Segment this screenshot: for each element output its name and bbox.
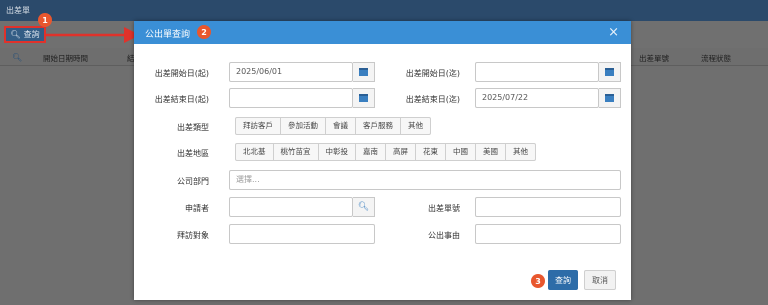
callout-badge-2: 2 <box>197 25 211 39</box>
query-dialog: 公出單查詢 2 × 出差開始日(起) 2025/06/01 出差開始日(迄) 出… <box>134 21 631 300</box>
column-header-start[interactable]: 開始日期時間 <box>43 53 88 64</box>
search-icon: 🔍︎ <box>357 202 370 212</box>
calendar-icon <box>359 68 368 76</box>
end-date-from-input[interactable] <box>229 88 353 108</box>
callout-badge-3: 3 <box>531 274 545 288</box>
cancel-button[interactable]: 取消 <box>584 270 616 290</box>
dialog-header: 公出單查詢 2 × <box>134 21 631 44</box>
close-icon[interactable]: × <box>608 25 619 40</box>
app-header: 出差單 <box>0 0 768 21</box>
column-header-status[interactable]: 流程狀態 <box>701 53 731 64</box>
label-visit-target: 拜訪對象 <box>177 231 209 240</box>
trip-area-group: 北北基 桃竹苗宜 中彰投 嘉南 高屏 花東 中國 美國 其他 <box>235 143 536 161</box>
trip-type-option[interactable]: 客戶服務 <box>355 117 401 135</box>
applicant-input[interactable] <box>229 197 353 217</box>
filter-search-icon[interactable]: 🔍︎ <box>12 53 22 62</box>
label-trip-area: 出差地區 <box>177 149 209 158</box>
label-department: 公司部門 <box>177 177 209 186</box>
reason-input[interactable] <box>475 224 621 244</box>
start-date-from-input[interactable]: 2025/06/01 <box>229 62 353 82</box>
end-date-to-calendar-button[interactable] <box>599 88 621 108</box>
trip-no-input[interactable] <box>475 197 621 217</box>
app-title: 出差單 <box>6 6 30 15</box>
trip-area-option[interactable]: 嘉南 <box>355 143 386 161</box>
trip-area-option[interactable]: 中國 <box>445 143 476 161</box>
calendar-icon <box>605 94 614 102</box>
start-date-to-calendar-button[interactable] <box>599 62 621 82</box>
label-end-from: 出差結束日(起) <box>154 95 209 104</box>
trip-area-option[interactable]: 桃竹苗宜 <box>272 143 319 161</box>
trip-type-option[interactable]: 參加活動 <box>280 117 326 135</box>
end-date-to-input[interactable]: 2025/07/22 <box>475 88 599 108</box>
label-start-from: 出差開始日(起) <box>154 69 209 78</box>
dialog-title: 公出單查詢 <box>145 30 191 40</box>
calendar-icon <box>605 68 614 76</box>
label-reason: 公出事由 <box>428 231 460 240</box>
search-icon: 🔍︎ <box>10 30 21 39</box>
column-header-trip-no[interactable]: 出差單號 <box>639 53 669 64</box>
label-end-to: 出差結束日(迄) <box>405 95 460 104</box>
trip-type-group: 拜訪客戶 參加活動 會議 客戶服務 其他 <box>235 117 431 135</box>
label-trip-no: 出差單號 <box>428 204 460 213</box>
trip-area-option[interactable]: 花東 <box>415 143 446 161</box>
trip-type-option[interactable]: 其他 <box>400 117 431 135</box>
calendar-icon <box>359 94 368 102</box>
start-date-to-input[interactable] <box>475 62 599 82</box>
end-date-from-calendar-button[interactable] <box>353 88 375 108</box>
trip-area-option[interactable]: 其他 <box>505 143 536 161</box>
callout-arrow <box>46 27 140 43</box>
trip-area-option[interactable]: 高屏 <box>385 143 416 161</box>
label-start-to: 出差開始日(迄) <box>405 69 460 78</box>
start-date-from-calendar-button[interactable] <box>353 62 375 82</box>
trip-area-option[interactable]: 北北基 <box>235 143 274 161</box>
query-button[interactable]: 查詢 <box>548 270 578 290</box>
search-button[interactable]: 🔍︎ 查詢 <box>4 26 46 43</box>
trip-area-option[interactable]: 中彰投 <box>317 143 356 161</box>
label-applicant: 申請者 <box>185 204 209 213</box>
label-trip-type: 出差類型 <box>177 123 209 132</box>
department-select[interactable]: 選擇... <box>229 170 621 190</box>
visit-target-input[interactable] <box>229 224 375 244</box>
trip-area-option[interactable]: 美國 <box>475 143 506 161</box>
search-button-label: 查詢 <box>23 30 40 39</box>
trip-type-option[interactable]: 拜訪客戶 <box>235 117 281 135</box>
applicant-search-button[interactable]: 🔍︎ <box>353 197 375 217</box>
trip-type-option[interactable]: 會議 <box>325 117 356 135</box>
